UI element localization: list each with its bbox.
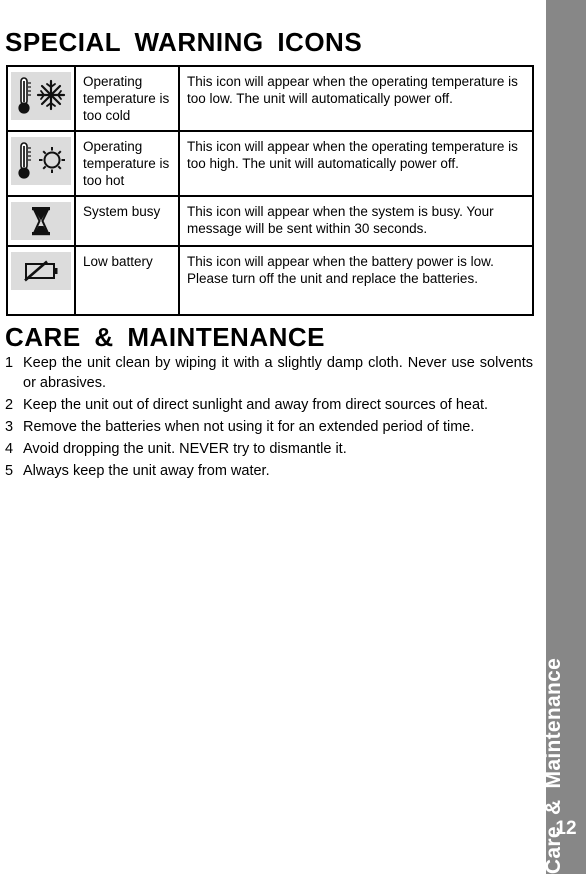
table-row: System busy This icon will appear when t… (6, 195, 534, 247)
list-item-number: 2 (5, 397, 14, 413)
icon-cell (6, 195, 76, 247)
list-item-number: 1 (5, 355, 14, 371)
page-title-care-maintenance: CARE & MAINTENANCE (5, 322, 325, 352)
page-title-special-warning-icons: SPECIAL WARNING ICONS (5, 27, 363, 57)
warning-description: This icon will appear when the operating… (178, 130, 534, 197)
list-item-text: Keep the unit clean by wiping it with a … (23, 355, 533, 391)
care-maintenance-list: 1 Keep the unit clean by wiping it with … (5, 353, 533, 483)
warning-description: This icon will appear when the operating… (178, 65, 534, 132)
list-item: 5 Always keep the unit away from water. (5, 461, 533, 481)
low-battery-icon (11, 252, 71, 290)
icon-cell (6, 130, 76, 197)
list-item: 3 Remove the batteries when not using it… (5, 417, 533, 437)
list-item-text: Keep the unit out of direct sunlight and… (23, 397, 489, 413)
warning-label: System busy (74, 195, 180, 247)
icon-cell (6, 65, 76, 132)
section-sidebar: Care & Maintenance 12 (542, 0, 586, 874)
thermometer-sun-icon (11, 137, 71, 185)
list-item-number: 4 (5, 441, 14, 457)
list-item: 2 Keep the unit out of direct sunlight a… (5, 395, 533, 415)
warning-description: This icon will appear when the system is… (178, 195, 534, 247)
page-number: 12 (555, 818, 577, 839)
list-item-number: 5 (5, 463, 14, 479)
warning-label: Operating temperature is too cold (74, 65, 180, 132)
list-item-number: 3 (5, 419, 14, 435)
warning-label: Low battery (74, 245, 180, 316)
hourglass-icon (11, 202, 71, 240)
list-item-text: Remove the batteries when not using it f… (23, 419, 475, 435)
page-content: SPECIAL WARNING ICONS Operating temperat… (0, 0, 546, 874)
warning-label: Operating temperature is too hot (74, 130, 180, 197)
list-item: 4 Avoid dropping the unit. NEVER try to … (5, 439, 533, 459)
table-row: Low battery This icon will appear when t… (6, 245, 534, 316)
sidebar-section-label: Care & Maintenance (542, 657, 565, 874)
thermometer-snowflake-icon (11, 72, 71, 120)
list-item-text: Avoid dropping the unit. NEVER try to di… (23, 441, 347, 457)
list-item-text: Always keep the unit away from water. (23, 463, 270, 479)
warning-description: This icon will appear when the battery p… (178, 245, 534, 316)
list-item: 1 Keep the unit clean by wiping it with … (5, 353, 533, 393)
table-row: Operating temperature is too cold This i… (6, 65, 534, 132)
warning-icons-table: Operating temperature is too cold This i… (6, 65, 534, 316)
icon-cell (6, 245, 76, 316)
table-row: Operating temperature is too hot This ic… (6, 130, 534, 197)
